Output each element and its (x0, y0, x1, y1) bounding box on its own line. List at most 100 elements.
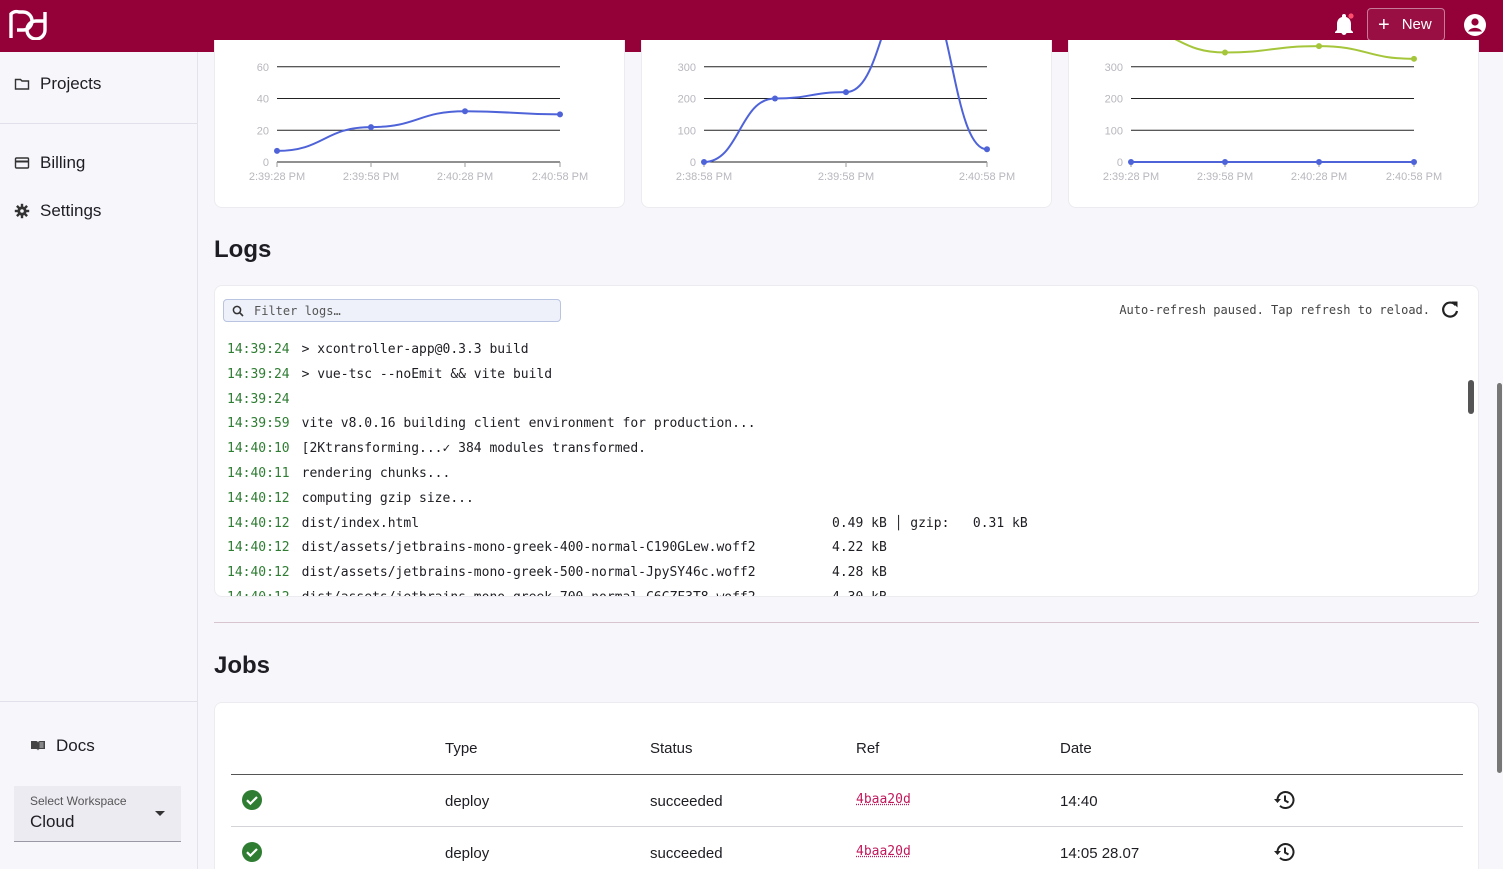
x-tick-label: 2:39:58 PM (1197, 171, 1253, 183)
data-point[interactable] (274, 147, 280, 154)
x-tick-label: 2:40:58 PM (1386, 171, 1442, 183)
log-filter-input[interactable]: Filter logs… (223, 299, 561, 322)
workspace-select[interactable]: Select Workspace Cloud (14, 786, 181, 842)
logs-panel: Filter logs… Auto-refresh paused. Tap re… (214, 285, 1479, 597)
metric-chart-1: 80 60 40 20 0 2:39:28 PM 2:39:58 PM 2:40:28 PM 2… (249, 40, 588, 183)
log-line: 14:40:12 dist/index.html 0.49 kB │ gzip: 0… (227, 512, 1457, 537)
log-line: 14:40:10 [2Ktransforming...✓ 384 modules … (227, 437, 1457, 462)
log-line: 14:40:12 dist/assets/jetbrains-mono-greek… (227, 586, 1457, 596)
log-timestamp: 14:40:12 (227, 490, 290, 506)
data-point[interactable] (772, 95, 778, 102)
job-date: 14:05 28.07 (1060, 845, 1140, 862)
auto-refresh-note: Auto-refresh paused. Tap refresh to relo… (1119, 303, 1430, 317)
sidebar-item-projects[interactable]: Projects (14, 74, 101, 94)
log-timestamp: 14:40:10 (227, 441, 290, 457)
log-scrollbar[interactable] (1468, 380, 1474, 414)
sidebar: Projects Billing Settings Docs Select Wo… (0, 52, 198, 869)
sidebar-item-label: Docs (56, 736, 95, 755)
restore-history-icon[interactable] (1273, 840, 1297, 864)
search-icon (232, 305, 244, 317)
log-message: vite v8.0.16 building client environment… (301, 416, 756, 432)
log-timestamp: 14:39:24 (227, 342, 290, 357)
data-point[interactable] (984, 146, 990, 153)
data-point[interactable] (1316, 43, 1322, 50)
log-line: 14:39:24 > vue-tsc --noEmit && vite build (227, 363, 1457, 388)
logs-title: Logs (214, 236, 272, 263)
data-point[interactable] (1222, 49, 1228, 56)
gear-icon (14, 203, 30, 219)
log-message: > xcontroller-app@0.3.3 build (301, 342, 529, 357)
y-tick-label: 300 (1105, 62, 1123, 74)
data-point[interactable] (368, 124, 374, 131)
y-tick-label: 0 (690, 157, 696, 169)
folder-icon (14, 78, 30, 90)
section-divider (214, 622, 1479, 623)
log-timestamp: 14:40:11 (227, 465, 290, 481)
x-tick-label: 2:39:58 PM (343, 171, 399, 183)
x-tick-label: 2:40:28 PM (437, 171, 493, 183)
logo-icon[interactable] (8, 8, 48, 40)
job-status: succeeded (650, 845, 723, 862)
plus-icon: + (1378, 13, 1390, 36)
workspace-select-label: Select Workspace (30, 794, 127, 808)
log-size: 4.28 kB (832, 565, 887, 581)
log-message: computing gzip size... (301, 490, 474, 506)
log-size: 4.30 kB (832, 586, 887, 596)
data-point[interactable] (1222, 159, 1228, 165)
job-ref-link[interactable]: 4baa20d (856, 792, 911, 807)
refresh-icon[interactable] (1440, 300, 1460, 320)
metric-chart-card-1: 80 60 40 20 0 2:39:28 PM 2:39:58 PM 2:40:28 PM 2… (214, 40, 625, 208)
y-tick-label: 400 (1105, 40, 1123, 42)
new-button[interactable]: + New (1367, 8, 1445, 41)
data-point[interactable] (462, 108, 468, 115)
table-row-rule (231, 826, 1463, 827)
data-point[interactable] (557, 111, 563, 118)
y-tick-label: 200 (678, 94, 696, 106)
page-scrollbar[interactable] (1497, 383, 1502, 773)
log-message: dist/index.html (301, 515, 420, 531)
job-ref-link[interactable]: 4baa20d (856, 844, 911, 859)
account-icon[interactable] (1463, 13, 1487, 37)
log-message: [2Ktransforming...✓ 384 modules transfor… (301, 441, 646, 457)
log-line: 14:39:59 vite v8.0.16 building client env… (227, 412, 1457, 437)
y-tick-label: 400 (678, 40, 696, 42)
job-status: succeeded (650, 793, 723, 810)
sidebar-divider (0, 123, 197, 124)
metric-chart-card-3: 400 300 200 100 0 2:39:28 PM 2:39:58 PM 2:40:28… (1068, 40, 1479, 208)
data-point[interactable] (1316, 159, 1322, 165)
sidebar-item-docs[interactable]: Docs (30, 736, 95, 756)
x-tick-label: 2:39:28 PM (1103, 171, 1159, 183)
log-timestamp: 14:40:12 (227, 515, 290, 531)
log-line: 14:40:12 dist/assets/jetbrains-mono-greek… (227, 561, 1457, 586)
sidebar-item-billing[interactable]: Billing (14, 153, 85, 173)
column-header-ref: Ref (856, 740, 880, 757)
y-tick-label: 200 (1105, 94, 1123, 106)
job-type: deploy (445, 793, 490, 810)
notification-bell-icon[interactable] (1333, 13, 1355, 37)
y-tick-label: 60 (257, 62, 269, 74)
sidebar-item-settings[interactable]: Settings (14, 201, 101, 221)
y-tick-label: 80 (257, 40, 269, 42)
log-lines: 14:39:24 > xcontroller-app@0.3.3 build 14:… (227, 338, 1457, 596)
data-point[interactable] (1411, 159, 1417, 165)
y-tick-label: 0 (1117, 157, 1123, 169)
log-timestamp: 14:39:24 (227, 366, 290, 382)
y-tick-label: 20 (257, 125, 269, 137)
data-point[interactable] (701, 159, 707, 165)
data-point[interactable] (1128, 159, 1134, 165)
data-point[interactable] (843, 89, 849, 96)
log-message: dist/assets/jetbrains-mono-greek-400-nor… (301, 540, 756, 556)
new-button-label: New (1401, 16, 1432, 33)
restore-history-icon[interactable] (1273, 788, 1297, 812)
jobs-title: Jobs (214, 652, 271, 679)
series-line (703, 40, 988, 163)
column-header-date: Date (1060, 740, 1092, 757)
data-point[interactable] (1411, 55, 1417, 62)
job-date: 14:40 (1060, 793, 1098, 810)
log-line: 14:40:11 rendering chunks... (227, 462, 1457, 487)
log-line: 14:40:12 dist/assets/jetbrains-mono-greek… (227, 536, 1457, 561)
log-message: > vue-tsc --noEmit && vite build (301, 366, 553, 382)
y-tick-label: 300 (678, 62, 696, 74)
y-tick-label: 0 (263, 157, 269, 169)
log-size: 4.22 kB (832, 540, 887, 556)
